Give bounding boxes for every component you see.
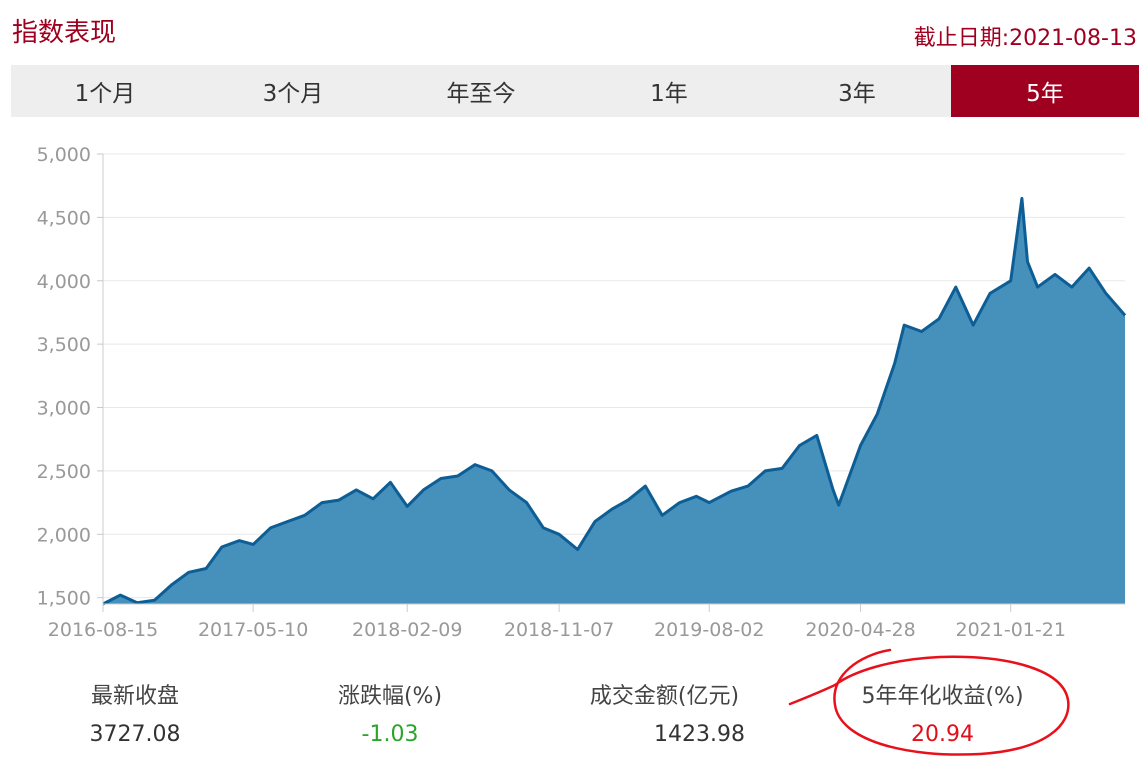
tab-label: 年至今 xyxy=(446,81,516,107)
stat-label: 成交金额(亿元) xyxy=(589,684,740,709)
tab-5-years[interactable]: 5年 xyxy=(951,65,1139,117)
tab-label: 5年 xyxy=(1026,81,1064,107)
y-tick-label: 1,500 xyxy=(37,588,91,610)
stat-turnover: 成交金额(亿元) 1423.98 xyxy=(572,678,757,747)
tab-label: 3个月 xyxy=(262,81,324,107)
tab-3-months[interactable]: 3个月 xyxy=(199,65,387,117)
as-of-date: 截止日期:2021-08-13 xyxy=(913,26,1137,51)
tab-label: 1年 xyxy=(650,81,688,107)
stat-label: 5年年化收益(%) xyxy=(861,684,1024,709)
x-tick-label: 2016-08-15 xyxy=(48,619,158,641)
page-title: 指数表现 xyxy=(12,18,117,48)
index-performance-chart[interactable]: 1,500 2,000 2,500 3,000 3,500 4,000 4,500 5,000… xyxy=(0,130,1141,645)
tab-ytd[interactable]: 年至今 xyxy=(387,65,575,117)
x-tick-label: 2021-01-21 xyxy=(955,619,1065,641)
y-tick-label: 3,000 xyxy=(37,398,91,420)
stat-label: 涨跌幅(%) xyxy=(337,684,443,709)
x-tick-label: 2018-11-07 xyxy=(504,619,614,641)
stat-5y-annualized-return: 5年年化收益(%) 20.94 xyxy=(850,678,1035,747)
y-tick-label: 4,500 xyxy=(37,207,91,229)
y-tick-label: 2,000 xyxy=(37,524,91,546)
period-tabs: 1个月 3个月 年至今 1年 3年 5年 xyxy=(11,65,1139,117)
tab-1-year[interactable]: 1年 xyxy=(575,65,763,117)
stat-value: 3727.08 xyxy=(89,722,181,747)
y-tick-label: 4,000 xyxy=(37,271,91,293)
y-tick-label: 2,500 xyxy=(37,461,91,483)
y-tick-label: 3,500 xyxy=(37,334,91,356)
stat-value: 20.94 xyxy=(911,722,974,747)
stat-label: 最新收盘 xyxy=(90,684,179,709)
tab-1-month[interactable]: 1个月 xyxy=(11,65,199,117)
x-tick-label: 2019-08-02 xyxy=(654,619,764,641)
stat-value: -1.03 xyxy=(361,722,419,747)
y-tick-label: 5,000 xyxy=(37,144,91,166)
x-tick-label: 2018-02-09 xyxy=(352,619,462,641)
tab-3-years[interactable]: 3年 xyxy=(763,65,951,117)
stat-value: 1423.98 xyxy=(654,722,745,747)
tab-label: 3年 xyxy=(838,81,876,107)
x-tick-label: 2017-05-10 xyxy=(198,619,308,641)
tab-label: 1个月 xyxy=(74,81,136,107)
stat-change-pct: 涨跌幅(%) -1.03 xyxy=(315,678,465,747)
x-tick-label: 2020-04-28 xyxy=(805,619,915,641)
stats-row: 最新收盘 3727.08 涨跌幅(%) -1.03 成交金额(亿元) 1423.… xyxy=(0,678,1141,758)
stat-latest-close: 最新收盘 3727.08 xyxy=(60,678,210,747)
